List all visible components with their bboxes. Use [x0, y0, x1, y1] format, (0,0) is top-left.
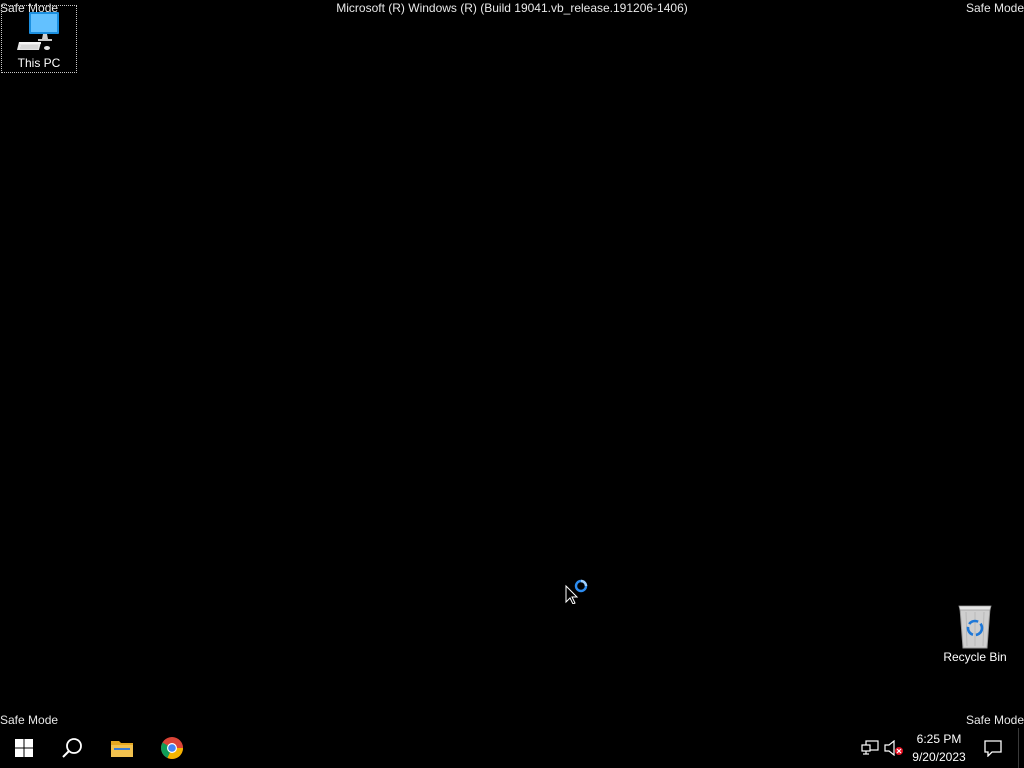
desktop-icon-label: This PC [17, 56, 61, 70]
build-string-label: Microsoft (R) Windows (R) (Build 19041.v… [336, 1, 688, 15]
folder-icon [111, 741, 133, 757]
network-icon [861, 740, 879, 755]
network-tray-button[interactable] [860, 738, 880, 758]
volume-tray-button[interactable] [884, 738, 904, 758]
file-explorer-button[interactable] [98, 728, 146, 768]
taskbar: 6:25 PM 9/20/2023 [0, 728, 1024, 768]
action-center-button[interactable] [978, 728, 1008, 768]
show-desktop-button[interactable] [1018, 728, 1024, 768]
clock-time: 6:25 PM [916, 732, 962, 746]
clock-date: 9/20/2023 [912, 750, 966, 764]
arrow-cursor-icon [565, 584, 579, 605]
recycle-bin-icon [958, 605, 992, 649]
computer-icon [17, 12, 59, 50]
safe-mode-label-top-right: Safe Mode [965, 1, 1024, 15]
chrome-button[interactable] [148, 728, 196, 768]
safe-mode-label-bottom-left: Safe Mode [0, 713, 59, 727]
desktop-background[interactable]: Safe Mode Microsoft (R) Windows (R) (Bui… [0, 0, 1024, 728]
start-button[interactable] [0, 728, 48, 768]
busy-spinner-icon [574, 579, 588, 593]
search-button[interactable] [48, 728, 96, 768]
volume-muted-icon [884, 740, 903, 756]
desktop-icon-recycle-bin[interactable]: Recycle Bin [938, 600, 1012, 666]
chrome-icon [161, 737, 183, 759]
mouse-cursor [565, 578, 591, 605]
action-center-icon [984, 740, 1002, 757]
desktop-icon-this-pc[interactable]: This PC [1, 5, 77, 73]
search-icon [62, 738, 82, 758]
desktop-icon-label: Recycle Bin [943, 650, 1007, 664]
windows-logo-icon [15, 739, 33, 757]
safe-mode-label-bottom-right: Safe Mode [965, 713, 1024, 727]
taskbar-clock[interactable]: 6:25 PM 9/20/2023 [906, 730, 972, 766]
